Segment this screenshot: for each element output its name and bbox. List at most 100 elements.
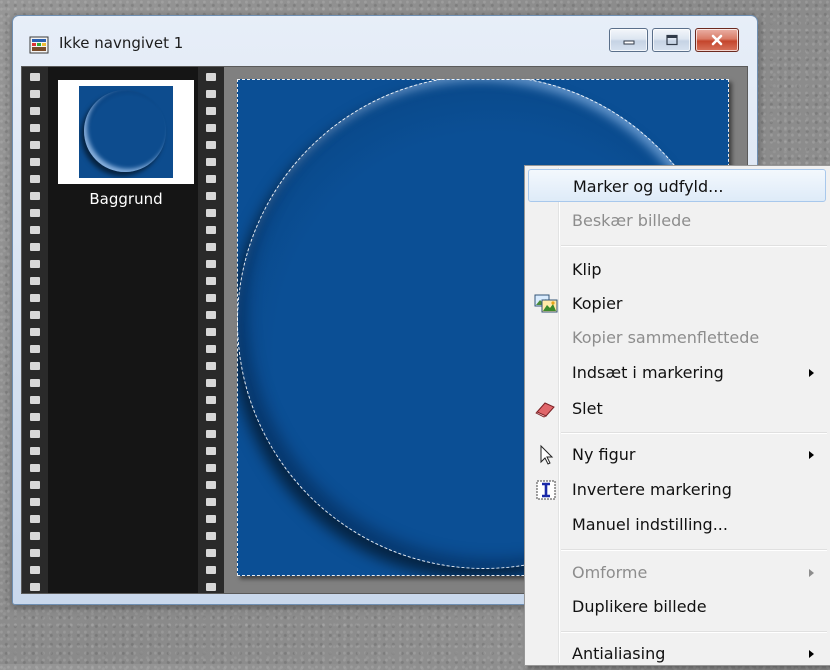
film-sprocket-hole	[206, 430, 216, 438]
film-sprocket-hole	[30, 447, 40, 455]
window-title: Ikke navngivet 1	[59, 34, 184, 52]
close-button[interactable]	[695, 28, 739, 52]
layer-thumbnail[interactable]	[58, 80, 194, 184]
film-sprocket-hole	[30, 277, 40, 285]
submenu-arrow-icon	[809, 369, 814, 377]
film-sprocket-hole	[206, 345, 216, 353]
film-sprocket-hole	[30, 362, 40, 370]
film-sprocket-hole	[206, 396, 216, 404]
film-sprocket-hole	[30, 243, 40, 251]
menu-item-mark-and-fill[interactable]: Marker og udfyld...	[528, 169, 826, 202]
menu-item-new-shape[interactable]: Ny figur	[528, 438, 826, 471]
menu-item-invert-selection[interactable]: Invertere markering	[528, 473, 826, 506]
film-sprocket-hole	[30, 107, 40, 115]
film-sprocket-hole	[30, 158, 40, 166]
caption-buttons	[605, 28, 739, 52]
film-sprocket-hole	[30, 209, 40, 217]
minimize-button[interactable]	[609, 28, 648, 52]
film-sprocket-hole	[30, 566, 40, 574]
submenu-arrow-icon	[809, 650, 814, 658]
menu-separator	[561, 631, 827, 633]
film-sprocket-hole	[206, 583, 216, 591]
eraser-icon	[534, 398, 556, 418]
film-sprocket-hole	[206, 464, 216, 472]
film-sprocket-hole	[206, 124, 216, 132]
image-document-icon	[29, 36, 49, 54]
title-bar[interactable]: Ikke navngivet 1	[13, 16, 757, 66]
film-sprocket-hole	[206, 175, 216, 183]
film-sprocket-hole	[30, 583, 40, 591]
menu-item-antialiasing[interactable]: Antialiasing	[528, 637, 826, 670]
film-sprocket-hole	[206, 379, 216, 387]
film-sprocket-hole	[30, 430, 40, 438]
menu-item-manual-setting[interactable]: Manuel indstilling...	[528, 508, 826, 541]
layers-panel: Baggrund	[22, 67, 224, 593]
blue-circle-thumbnail	[79, 86, 173, 178]
submenu-arrow-icon	[809, 569, 814, 577]
film-sprocket-hole	[206, 566, 216, 574]
film-sprocket-hole	[206, 226, 216, 234]
film-sprocket-hole	[206, 498, 216, 506]
menu-item-duplicate-image[interactable]: Duplikere billede	[528, 590, 826, 623]
film-sprocket-hole	[30, 328, 40, 336]
film-sprocket-hole	[206, 73, 216, 81]
menu-item-paste-into-selection[interactable]: Indsæt i markering	[528, 356, 826, 389]
film-sprocket-hole	[30, 226, 40, 234]
film-sprocket-hole	[30, 515, 40, 523]
film-sprocket-hole	[30, 73, 40, 81]
film-sprocket-hole	[30, 396, 40, 404]
minimize-icon	[623, 40, 634, 45]
menu-separator	[561, 549, 827, 551]
film-sprocket-hole	[30, 175, 40, 183]
film-sprocket-hole	[206, 447, 216, 455]
film-sprocket-hole	[30, 481, 40, 489]
film-sprocket-hole	[206, 260, 216, 268]
film-sprocket-hole	[30, 192, 40, 200]
film-sprocket-hole	[30, 90, 40, 98]
film-sprocket-hole	[30, 124, 40, 132]
film-sprocket-hole	[206, 294, 216, 302]
menu-separator	[561, 245, 827, 247]
menu-item-copy-merged[interactable]: Kopier sammenflettede	[528, 321, 826, 354]
maximize-icon	[665, 34, 678, 46]
maximize-button[interactable]	[652, 28, 691, 52]
film-sprocket-hole	[206, 141, 216, 149]
film-sprocket-hole	[206, 277, 216, 285]
film-sprocket-hole	[206, 362, 216, 370]
copy-picture-icon	[534, 293, 558, 313]
menu-separator	[561, 432, 827, 434]
film-strip-right	[198, 67, 224, 593]
film-sprocket-hole	[30, 379, 40, 387]
film-sprocket-hole	[206, 481, 216, 489]
film-sprocket-hole	[30, 260, 40, 268]
menu-item-cut[interactable]: Klip	[528, 253, 826, 286]
menu-item-delete[interactable]: Slet	[528, 392, 826, 425]
film-sprocket-hole	[206, 107, 216, 115]
film-sprocket-hole	[30, 549, 40, 557]
film-sprocket-hole	[30, 311, 40, 319]
layer-name[interactable]: Baggrund	[58, 190, 194, 208]
film-sprocket-hole	[206, 549, 216, 557]
film-sprocket-hole	[30, 345, 40, 353]
film-sprocket-hole	[30, 294, 40, 302]
film-sprocket-hole	[206, 90, 216, 98]
film-strip-left	[22, 67, 48, 593]
film-sprocket-hole	[30, 498, 40, 506]
menu-item-transform[interactable]: Omforme	[528, 556, 826, 589]
submenu-arrow-icon	[809, 451, 814, 459]
film-sprocket-hole	[30, 141, 40, 149]
close-icon	[711, 34, 723, 46]
invert-selection-icon	[534, 479, 556, 500]
menu-item-copy[interactable]: Kopier	[528, 287, 826, 320]
film-sprocket-hole	[206, 328, 216, 336]
film-sprocket-hole	[30, 464, 40, 472]
film-sprocket-hole	[206, 192, 216, 200]
menu-item-crop-image[interactable]: Beskær billede	[528, 204, 826, 237]
film-sprocket-hole	[206, 532, 216, 540]
film-sprocket-hole	[206, 311, 216, 319]
arrow-cursor-icon	[534, 444, 556, 465]
film-sprocket-hole	[30, 413, 40, 421]
context-menu: Marker og udfyld... Beskær billede Klip …	[524, 165, 830, 666]
film-sprocket-hole	[206, 158, 216, 166]
film-sprocket-hole	[206, 515, 216, 523]
